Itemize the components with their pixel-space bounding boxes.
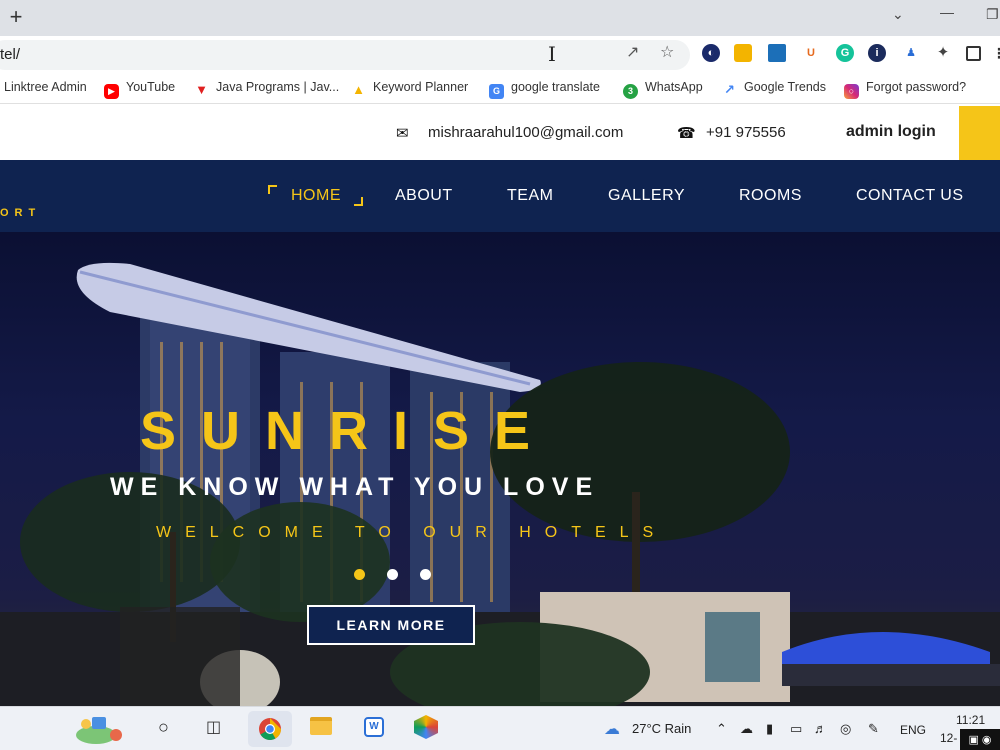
search-toggle-button[interactable]	[959, 106, 1000, 160]
network-globe-icon[interactable]: ◎	[840, 721, 851, 737]
side-panel-icon[interactable]	[966, 46, 981, 61]
whatsapp-icon: 3	[623, 84, 638, 99]
task-view-icon[interactable]: ◫	[206, 717, 221, 737]
bookmark-star-icon[interactable]: ☆	[660, 42, 674, 62]
extension-3-icon[interactable]	[768, 44, 786, 62]
youtube-icon: ▶	[104, 84, 119, 99]
restore-icon[interactable]: ❐	[986, 6, 999, 23]
learn-more-button[interactable]: LEARN MORE	[307, 605, 475, 645]
hero-slider: SUNRISE WE KNOW WHAT YOU LOVE WELCOME TO…	[0, 232, 1000, 706]
tab-search-icon[interactable]: ⌄	[892, 6, 904, 23]
url-text: tel/	[0, 46, 21, 63]
nav-about[interactable]: ABOUT	[395, 187, 453, 205]
main-navigation: ORT HOME ABOUT TEAM GALLERY ROOMS CONTAC…	[0, 160, 1000, 232]
bookmark-java-programs[interactable]: ▼ Java Programs | Jav...	[194, 80, 339, 97]
google-trends-icon: ↗	[722, 82, 737, 97]
contact-phone[interactable]: +91 975556	[706, 124, 786, 141]
chrome-icon	[259, 718, 281, 740]
nav-rooms[interactable]: ROOMS	[739, 187, 802, 205]
phone-icon: ☎	[677, 125, 696, 142]
extension-6-icon[interactable]: ♟	[902, 44, 920, 62]
hero-tagline: WELCOME TO OUR HOTELS	[156, 524, 668, 541]
extension-1-icon[interactable]: ◐	[702, 44, 720, 62]
share-icon[interactable]: ↗	[626, 42, 639, 62]
extensions-puzzle-icon[interactable]: ✦	[934, 44, 952, 62]
weather-text[interactable]: 27°C Rain	[632, 721, 691, 736]
slider-dot-1[interactable]	[354, 569, 365, 580]
taskbar-chrome-active[interactable]	[248, 711, 292, 747]
bookmark-whatsapp[interactable]: 3 WhatsApp	[623, 80, 703, 99]
windows-taskbar: ○ ◫ W ☁ 27°C Rain ⌃ ☁ ▮ ▭ ♬ ◎ ✎ ENG 11:2…	[0, 706, 1000, 750]
browser-tab-bar: + ⌄ — ❐	[0, 0, 1000, 36]
minimize-icon[interactable]: —	[940, 4, 954, 20]
app-w-icon[interactable]: W	[364, 717, 384, 737]
bookmark-google-trends[interactable]: ↗ Google Trends	[722, 80, 826, 97]
nav-gallery[interactable]: GALLERY	[608, 187, 685, 205]
file-explorer-icon[interactable]	[310, 717, 332, 735]
nav-home[interactable]: HOME	[291, 187, 341, 205]
pen-icon[interactable]: ✎	[868, 721, 879, 737]
clock-time[interactable]: 11:21	[956, 713, 985, 727]
hero-title: SUNRISE	[140, 401, 556, 461]
java-programs-icon: ▼	[194, 82, 209, 97]
nav-team[interactable]: TEAM	[507, 187, 553, 205]
extension-5-icon[interactable]: i	[868, 44, 886, 62]
text-cursor-icon: I	[548, 42, 556, 66]
show-hidden-icons-icon[interactable]: ⌃	[716, 721, 727, 737]
bookmark-youtube[interactable]: ▶ YouTube	[104, 80, 175, 99]
hero-background-image	[0, 262, 1000, 706]
bookmark-keyword-planner[interactable]: ▲ Keyword Planner	[351, 80, 468, 97]
weather-rain-icon: ☁	[604, 721, 620, 738]
contact-email[interactable]: mishraarahul100@gmail.com	[428, 124, 623, 141]
new-tab-button[interactable]: +	[6, 4, 26, 30]
clock-date[interactable]: 12-	[940, 731, 957, 745]
capture-camera-icon[interactable]: ▣ ◉	[960, 729, 1000, 750]
language-indicator[interactable]: ENG	[900, 723, 926, 737]
app-hexagon-icon[interactable]	[414, 715, 438, 739]
admin-login-link[interactable]: admin login	[846, 123, 936, 141]
bookmarks-bar: Linktree Admin ▶ YouTube ▼ Java Programs |…	[0, 72, 1000, 104]
instagram-icon: ○	[844, 84, 859, 99]
google-translate-icon: G	[489, 84, 504, 99]
bookmark-linktree-admin[interactable]: Linktree Admin	[4, 80, 87, 94]
extension-u-icon[interactable]: U	[802, 44, 820, 62]
search-circle-icon[interactable]: ○	[158, 717, 169, 738]
slider-dot-2[interactable]	[387, 569, 398, 580]
battery-icon[interactable]: ▭	[790, 721, 802, 737]
volume-icon[interactable]: ♬	[814, 721, 827, 736]
active-bracket-top-left	[268, 185, 277, 194]
microphone-icon[interactable]: ▮	[766, 721, 773, 737]
extension-2-icon[interactable]	[734, 44, 752, 62]
browser-menu-icon[interactable]: ⋮	[990, 44, 1000, 62]
bookmark-forgot-password[interactable]: ○ Forgot password?	[844, 80, 966, 99]
address-input[interactable]: tel/ I	[0, 40, 690, 70]
google-ads-icon: ▲	[351, 82, 366, 97]
bookmark-google-translate[interactable]: Ggoogle translate	[489, 80, 600, 99]
contact-bar: ✉ mishraarahul100@gmail.com ☎ +91 975556…	[0, 106, 1000, 160]
nav-contact-us[interactable]: CONTACT US	[856, 187, 964, 205]
envelope-icon: ✉	[396, 125, 409, 142]
hero-subtitle: WE KNOW WHAT YOU LOVE	[110, 473, 600, 501]
onedrive-icon[interactable]: ☁	[740, 721, 753, 737]
slider-dot-3[interactable]	[420, 569, 431, 580]
logo-text: ORT	[0, 207, 42, 219]
active-bracket-bottom-right	[354, 197, 363, 206]
slider-dots	[354, 567, 453, 585]
grammarly-icon[interactable]: G	[836, 44, 854, 62]
weather-widget-icon[interactable]	[74, 713, 126, 745]
